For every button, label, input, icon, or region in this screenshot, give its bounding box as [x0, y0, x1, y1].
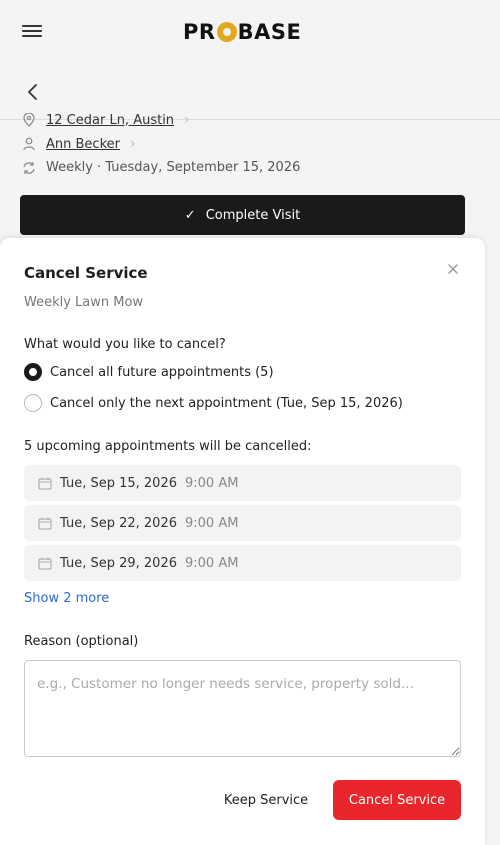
- appointment-date: Tue, Sep 15, 2026: [60, 475, 177, 491]
- option-label: Cancel only the next appointment (Tue, S…: [50, 395, 403, 411]
- reason-label: Reason (optional): [24, 634, 139, 649]
- cancel-service-button[interactable]: Cancel Service: [333, 780, 461, 820]
- radio-button-selected[interactable]: [24, 363, 42, 381]
- option-cancel-all[interactable]: Cancel all future appointments (5): [24, 363, 274, 381]
- sheet-title: Cancel Service: [24, 264, 148, 282]
- appointment-date: Tue, Sep 22, 2026: [60, 515, 177, 531]
- customer-row[interactable]: Ann Becker ›: [22, 136, 136, 152]
- appointment-date: Tue, Sep 29, 2026: [60, 555, 177, 571]
- appointment-time: 9:00 AM: [185, 515, 239, 531]
- person-icon: [22, 137, 36, 151]
- keep-service-button[interactable]: Keep Service: [214, 780, 318, 820]
- calendar-icon: [38, 517, 52, 530]
- complete-visit-button[interactable]: ✓ Complete Visit: [20, 195, 465, 235]
- customer-link[interactable]: Ann Becker: [46, 137, 120, 152]
- probase-logo[interactable]: PR BASE: [183, 20, 301, 44]
- upcoming-count-label: 5 upcoming appointments will be cancelle…: [24, 439, 312, 454]
- address-link[interactable]: 12 Cedar Ln, Austin: [46, 113, 174, 128]
- reason-textarea[interactable]: [24, 660, 461, 757]
- schedule-text: Weekly · Tuesday, September 15, 2026: [46, 160, 301, 175]
- appointment-item: Tue, Sep 29, 2026 9:00 AM: [24, 545, 461, 581]
- schedule-row: Weekly · Tuesday, September 15, 2026: [22, 160, 300, 175]
- complete-visit-label: Complete Visit: [205, 207, 301, 223]
- chevron-right-icon: ›: [184, 112, 190, 128]
- logo-text-left: PR: [183, 20, 216, 44]
- chevron-right-icon: ›: [129, 136, 136, 152]
- top-bar: PR BASE: [0, 0, 500, 64]
- repeat-icon: [22, 161, 36, 175]
- map-pin-icon: [22, 113, 36, 127]
- close-icon[interactable]: [446, 262, 460, 276]
- appointment-time: 9:00 AM: [185, 475, 239, 491]
- back-arrow-icon[interactable]: [24, 82, 42, 102]
- logo-nut-icon: [216, 22, 237, 42]
- appointment-item: Tue, Sep 15, 2026 9:00 AM: [24, 465, 461, 501]
- appointment-time: 9:00 AM: [185, 555, 239, 571]
- option-cancel-next[interactable]: Cancel only the next appointment (Tue, S…: [24, 394, 403, 412]
- address-row[interactable]: 12 Cedar Ln, Austin ›: [22, 112, 190, 128]
- hamburger-menu-icon[interactable]: [22, 22, 42, 42]
- cancel-question: What would you like to cancel?: [24, 337, 226, 352]
- show-more-link[interactable]: Show 2 more: [24, 591, 109, 606]
- service-name: Weekly Lawn Mow: [24, 295, 144, 310]
- calendar-icon: [38, 477, 52, 490]
- appointment-item: Tue, Sep 22, 2026 9:00 AM: [24, 505, 461, 541]
- logo-text-right: BASE: [237, 20, 302, 44]
- cancel-service-sheet: Cancel Service Weekly Lawn Mow What woul…: [0, 238, 485, 845]
- radio-button[interactable]: [24, 394, 42, 412]
- calendar-icon: [38, 557, 52, 570]
- checkmark-icon: ✓: [184, 207, 196, 223]
- option-label: Cancel all future appointments (5): [50, 364, 274, 380]
